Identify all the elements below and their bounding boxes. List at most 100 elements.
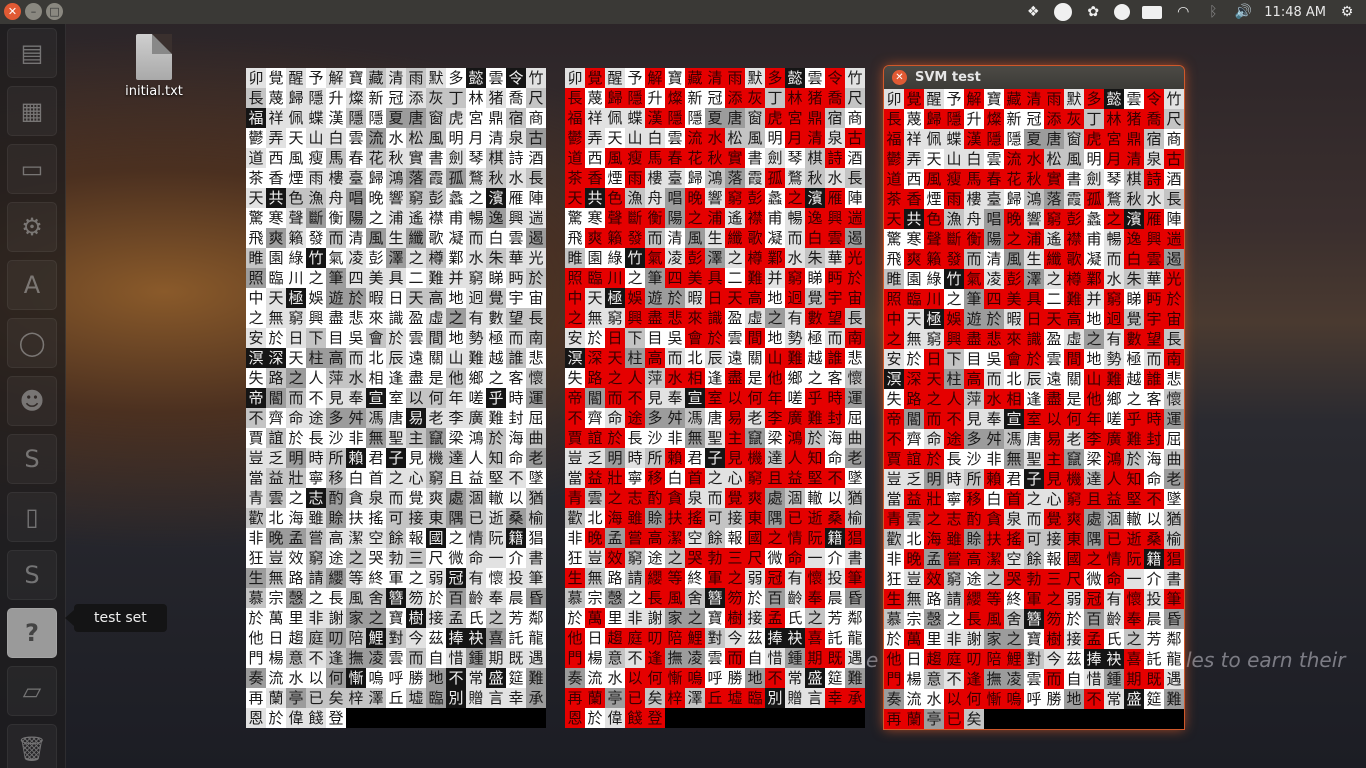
- gimp-icon[interactable]: ☻: [7, 376, 57, 426]
- minimize-icon[interactable]: –: [25, 3, 42, 20]
- status-circle-icon[interactable]: [1054, 3, 1073, 21]
- character-cell: 二: [1044, 289, 1064, 309]
- character-cell: 古: [845, 128, 865, 148]
- power-settings-icon[interactable]: ⚙: [1338, 3, 1356, 21]
- character-cell: 灰: [1064, 109, 1084, 129]
- gear-puzzle-icon[interactable]: ✿: [1084, 3, 1102, 21]
- character-cell: 冠: [705, 88, 725, 108]
- character-cell: 浦: [1024, 229, 1044, 249]
- character-cell: 深: [585, 348, 605, 368]
- character-cell: 川: [605, 268, 625, 288]
- presentation-icon[interactable]: ▭: [7, 144, 57, 194]
- character-cell: 樓: [645, 168, 665, 188]
- character-cell: 移: [964, 489, 984, 509]
- desktop-file-initial-txt[interactable]: initial.txt: [118, 34, 190, 99]
- character-cell: 今: [1044, 649, 1064, 669]
- character-cell: 清: [346, 228, 366, 248]
- character-cell: 難: [1104, 369, 1124, 389]
- character-cell: 孤: [765, 168, 785, 188]
- character-cell: 年: [1084, 409, 1104, 429]
- character-cell: 雲: [1044, 349, 1064, 369]
- volume-icon[interactable]: 🔊: [1234, 3, 1252, 21]
- character-cell: 甫: [446, 208, 466, 228]
- document-viewer-icon[interactable]: ▤: [7, 28, 57, 78]
- svm-test-window[interactable]: ✕ SVM test 卯覺醒予解寶藏清雨默多懿雲令竹長蔑歸隱升燦新冠添灰丁林猪喬…: [884, 66, 1184, 729]
- character-cell: 水: [286, 668, 306, 688]
- wifi-icon[interactable]: ◠: [1174, 3, 1192, 21]
- character-cell: 之: [805, 608, 825, 628]
- empty-cell: [1104, 709, 1124, 729]
- close-icon[interactable]: ✕: [4, 3, 21, 20]
- character-cell: 勢: [785, 328, 805, 348]
- character-cell: 宗: [904, 609, 924, 629]
- spreadsheet-icon[interactable]: ▦: [7, 86, 57, 136]
- character-cell: 榆: [845, 508, 865, 528]
- character-cell: 馮: [366, 408, 386, 428]
- character-cell: 可: [705, 508, 725, 528]
- character-cell: 長: [944, 449, 964, 469]
- sublime-icon-2[interactable]: S: [7, 550, 57, 600]
- character-cell: 窮: [725, 188, 745, 208]
- unknown-app-icon[interactable]: ?: [7, 608, 57, 658]
- keyboard-icon[interactable]: [1142, 5, 1163, 19]
- dropbox-icon[interactable]: ❖: [1024, 3, 1042, 21]
- character-cell: 逝: [486, 508, 506, 528]
- window-titlebar[interactable]: ✕ SVM test: [884, 66, 1184, 89]
- character-cell: 蝶: [944, 129, 964, 149]
- test-set-image-window[interactable]: 卯覺醒予解寶藏清雨默多懿雲令竹長蔑歸隱升燦新冠添灰丁林猪喬尺福祥佩蝶漢隱隱夏唐窗…: [246, 68, 546, 728]
- character-cell: 藏: [1004, 89, 1024, 109]
- character-cell: 以: [1044, 409, 1064, 429]
- character-cell: 冠: [446, 568, 466, 588]
- character-cell: 心: [1044, 489, 1064, 509]
- character-cell: 室: [386, 388, 406, 408]
- character-cell: 雨: [406, 68, 426, 88]
- character-cell: 狂: [884, 569, 904, 589]
- character-cell: 舍: [366, 588, 386, 608]
- trash-icon[interactable]: 🗑: [7, 724, 57, 768]
- character-cell: 情: [785, 528, 805, 548]
- character-cell: 百: [1084, 609, 1104, 629]
- character-cell: 百: [446, 588, 466, 608]
- marked-result-window[interactable]: 卯覺醒予解寶藏清雨默多懿雲令竹長蔑歸隱升燦新冠添灰丁林猪喬尺福祥佩蝶漢隱隱夏唐窗…: [565, 68, 865, 728]
- character-cell: 虎: [1084, 129, 1104, 149]
- character-cell: 窗: [426, 108, 446, 128]
- character-cell: 喬: [1144, 109, 1164, 129]
- character-cell: 乏: [266, 448, 286, 468]
- status-circle-icon-2[interactable]: [1114, 4, 1131, 20]
- settings-icon[interactable]: ⚙: [7, 202, 57, 252]
- character-cell: 漁: [306, 188, 326, 208]
- character-cell: 龍: [845, 628, 865, 648]
- character-cell: 宙: [1164, 309, 1184, 329]
- character-cell: 帝: [884, 409, 904, 429]
- clock[interactable]: 11:48 AM: [1264, 5, 1326, 20]
- character-cell: 佩: [605, 108, 625, 128]
- character-cell: 乎: [486, 388, 506, 408]
- character-cell: 酌: [326, 488, 346, 508]
- character-cell: 明: [1084, 149, 1104, 169]
- character-cell: 鄉: [1104, 389, 1124, 409]
- drive-icon[interactable]: ▱: [7, 666, 57, 716]
- terminal-icon[interactable]: ▯: [7, 492, 57, 542]
- character-cell: 幸: [825, 688, 845, 708]
- character-cell: 鶩: [785, 168, 805, 188]
- bluetooth-icon[interactable]: ᛒ: [1204, 3, 1222, 21]
- character-cell: 偉: [286, 708, 306, 728]
- character-cell: 見: [725, 448, 745, 468]
- character-cell: 晚: [1004, 209, 1024, 229]
- character-cell: 籍: [506, 528, 526, 548]
- character-cell: 寒: [266, 208, 286, 228]
- character-cell: 心: [406, 468, 426, 488]
- character-cell: 三: [1044, 569, 1064, 589]
- maximize-icon[interactable]: □: [46, 3, 63, 20]
- character-cell: 光: [1164, 269, 1184, 289]
- character-cell: 悲: [845, 348, 865, 368]
- character-cell: 無: [685, 428, 705, 448]
- close-icon[interactable]: ✕: [892, 70, 907, 85]
- character-cell: 於: [585, 328, 605, 348]
- disk-icon[interactable]: ◯: [7, 318, 57, 368]
- character-cell: 雲: [266, 488, 286, 508]
- sublime-icon[interactable]: S: [7, 434, 57, 484]
- character-cell: 迥: [785, 288, 805, 308]
- software-center-icon[interactable]: A: [7, 260, 57, 310]
- character-cell: 遊: [645, 288, 665, 308]
